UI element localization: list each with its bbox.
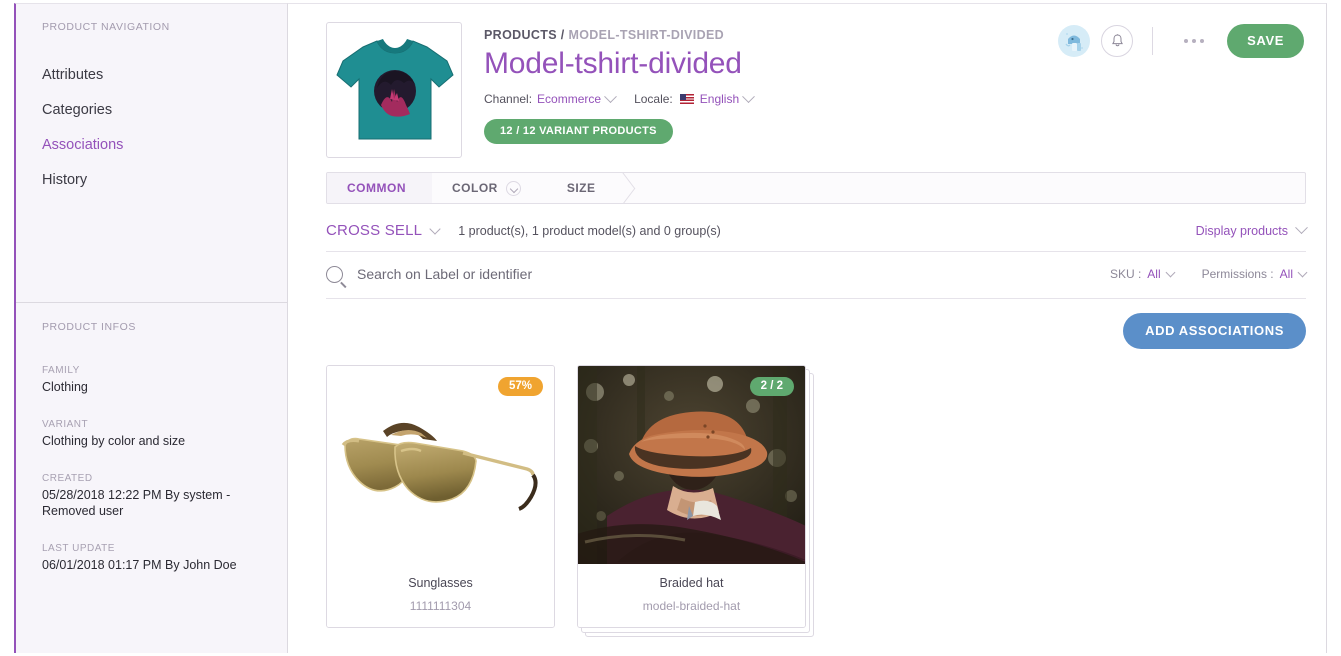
tab-size-label: SIZE xyxy=(566,181,596,195)
chevron-down-icon xyxy=(1295,221,1308,235)
breadcrumb-current: MODEL-TSHIRT-DIVIDED xyxy=(568,28,725,42)
tab-common-label: COMMON xyxy=(347,181,406,195)
tab-color-label: COLOR xyxy=(452,181,498,195)
sidebar-divider xyxy=(16,302,287,303)
cross-sell-count: 1 product(s), 1 product model(s) and 0 g… xyxy=(458,223,721,238)
product-header-meta: PRODUCTS / MODEL-TSHIRT-DIVIDED Model-ts… xyxy=(484,22,755,144)
notification-bell-icon[interactable] xyxy=(1101,25,1134,57)
info-created: CREATED 05/28/2018 12:22 PM By system - … xyxy=(16,473,287,519)
breadcrumb-separator: / xyxy=(560,28,565,42)
breadcrumb: PRODUCTS / MODEL-TSHIRT-DIVIDED xyxy=(484,28,753,42)
info-variant-label: VARIANT xyxy=(42,419,89,430)
bell-glyph xyxy=(1111,34,1123,47)
chevron-down-icon[interactable] xyxy=(429,222,441,235)
chevron-down-icon[interactable] xyxy=(604,89,617,103)
chevron-down-icon[interactable] xyxy=(742,89,755,103)
sidebar-item-associations[interactable]: Associations xyxy=(42,127,287,162)
tab-size[interactable]: SIZE xyxy=(546,173,622,203)
cross-sell-title[interactable]: CROSS SELL xyxy=(326,222,422,239)
info-last-update-label: LAST UPDATE xyxy=(42,543,115,554)
product-navigation-title: PRODUCT NAVIGATION xyxy=(42,21,170,33)
search-input[interactable] xyxy=(357,264,1082,284)
product-navigation-section: PRODUCT NAVIGATION Attributes Categories… xyxy=(16,4,287,198)
breadcrumb-root[interactable]: PRODUCTS xyxy=(484,28,557,42)
info-family-label: FAMILY xyxy=(42,365,80,376)
card-label: Braided hat xyxy=(659,576,724,590)
associations-card-grid: 57% Sunglasses 1111111304 2 / 2 Braided … xyxy=(326,365,1306,637)
sunglasses-image xyxy=(341,422,538,511)
search-icon[interactable] xyxy=(326,265,343,283)
header-actions: SAVE xyxy=(1058,24,1304,58)
tab-common[interactable]: COMMON xyxy=(327,173,432,203)
card-wrap-sunglasses: 57% Sunglasses 1111111304 xyxy=(326,365,555,628)
info-last-update: LAST UPDATE 06/01/2018 01:17 PM By John … xyxy=(16,543,287,573)
main-content: PRODUCTS / MODEL-TSHIRT-DIVIDED Model-ts… xyxy=(288,3,1327,653)
sku-filter-label: SKU : xyxy=(1109,267,1142,281)
sidebar: PRODUCT NAVIGATION Attributes Categories… xyxy=(14,3,288,653)
info-family: FAMILY Clothing xyxy=(16,365,287,395)
user-avatar-icon[interactable] xyxy=(1058,25,1091,57)
us-flag-icon xyxy=(679,94,694,104)
card-body-braided-hat: Braided hat model-braided-hat xyxy=(578,564,805,627)
channel-value[interactable]: Ecommerce xyxy=(537,92,601,106)
associations-actions: ADD ASSOCIATIONS xyxy=(326,299,1306,357)
card-identifier: 1111111304 xyxy=(409,599,472,613)
product-header: PRODUCTS / MODEL-TSHIRT-DIVIDED Model-ts… xyxy=(288,4,1326,172)
save-button[interactable]: SAVE xyxy=(1227,24,1304,58)
info-variant: VARIANT Clothing by color and size xyxy=(16,419,287,449)
info-variant-value: Clothing by color and size xyxy=(42,434,186,448)
header-divider xyxy=(1152,27,1154,55)
association-card-braided-hat[interactable]: 2 / 2 Braided hat model-braided-hat xyxy=(577,365,806,628)
card-image-braided-hat: 2 / 2 xyxy=(578,366,805,564)
locale-label: Locale: xyxy=(634,92,673,106)
chevron-down-icon xyxy=(1165,267,1176,278)
permissions-filter-label: Permissions : xyxy=(1201,267,1274,281)
product-infos-section: PRODUCT INFOS FAMILY Clothing VARIANT Cl… xyxy=(16,304,287,573)
page-title: Model-tshirt-divided xyxy=(484,47,742,80)
app-page: PRODUCT NAVIGATION Attributes Categories… xyxy=(0,0,1341,656)
product-infos-title: PRODUCT INFOS xyxy=(42,321,136,333)
add-associations-button[interactable]: ADD ASSOCIATIONS xyxy=(1123,313,1306,349)
info-family-value: Clothing xyxy=(42,380,88,394)
permissions-filter[interactable]: Permissions : All xyxy=(1201,267,1308,281)
card-identifier: model-braided-hat xyxy=(642,599,741,613)
product-thumbnail[interactable] xyxy=(326,22,462,158)
chevron-down-icon xyxy=(1297,267,1308,278)
avatar-mascot-icon xyxy=(1065,33,1084,51)
variant-count-badge: 2 / 2 xyxy=(749,377,794,396)
completeness-badge: 57% xyxy=(497,377,543,396)
card-body-sunglasses: Sunglasses 1111111304 xyxy=(327,564,554,627)
association-card-sunglasses[interactable]: 57% Sunglasses 1111111304 xyxy=(326,365,555,628)
card-wrap-braided-hat: 2 / 2 Braided hat model-braided-hat xyxy=(577,365,814,637)
variant-products-badge[interactable]: 12 / 12 VARIANT PRODUCTS xyxy=(484,119,673,144)
sidebar-item-history[interactable]: History xyxy=(42,162,287,197)
sidebar-item-attributes[interactable]: Attributes xyxy=(42,57,287,92)
card-label: Sunglasses xyxy=(408,576,473,590)
card-image-sunglasses: 57% xyxy=(327,366,554,564)
tab-color[interactable]: COLOR xyxy=(432,173,547,203)
info-created-value: 05/28/2018 12:22 PM By system - Removed … xyxy=(42,488,231,518)
chevron-down-icon[interactable] xyxy=(505,180,521,196)
search-bar: SKU : All Permissions : All xyxy=(326,252,1308,299)
tshirt-image xyxy=(336,39,454,140)
sku-filter-value: All xyxy=(1147,267,1161,281)
locale-value[interactable]: English xyxy=(700,92,739,106)
display-products-label: Display products xyxy=(1195,223,1288,238)
permissions-filter-value: All xyxy=(1279,267,1293,281)
sidebar-item-categories[interactable]: Categories xyxy=(42,92,287,127)
context-switcher: Channel: Ecommerce Locale: English xyxy=(484,89,755,106)
more-options-icon[interactable] xyxy=(1172,39,1216,43)
display-products-dropdown[interactable]: Display products xyxy=(1195,221,1308,238)
cross-sell-section-header: CROSS SELL 1 product(s), 1 product model… xyxy=(326,204,1308,252)
channel-label: Channel: xyxy=(484,92,533,106)
info-created-label: CREATED xyxy=(42,473,93,484)
sidebar-nav: Attributes Categories Associations Histo… xyxy=(42,57,287,198)
attribute-group-tabs: COMMON COLOR SIZE xyxy=(326,172,1306,204)
info-last-update-value: 06/01/2018 01:17 PM By John Doe xyxy=(42,558,237,572)
sku-filter[interactable]: SKU : All xyxy=(1109,267,1176,281)
